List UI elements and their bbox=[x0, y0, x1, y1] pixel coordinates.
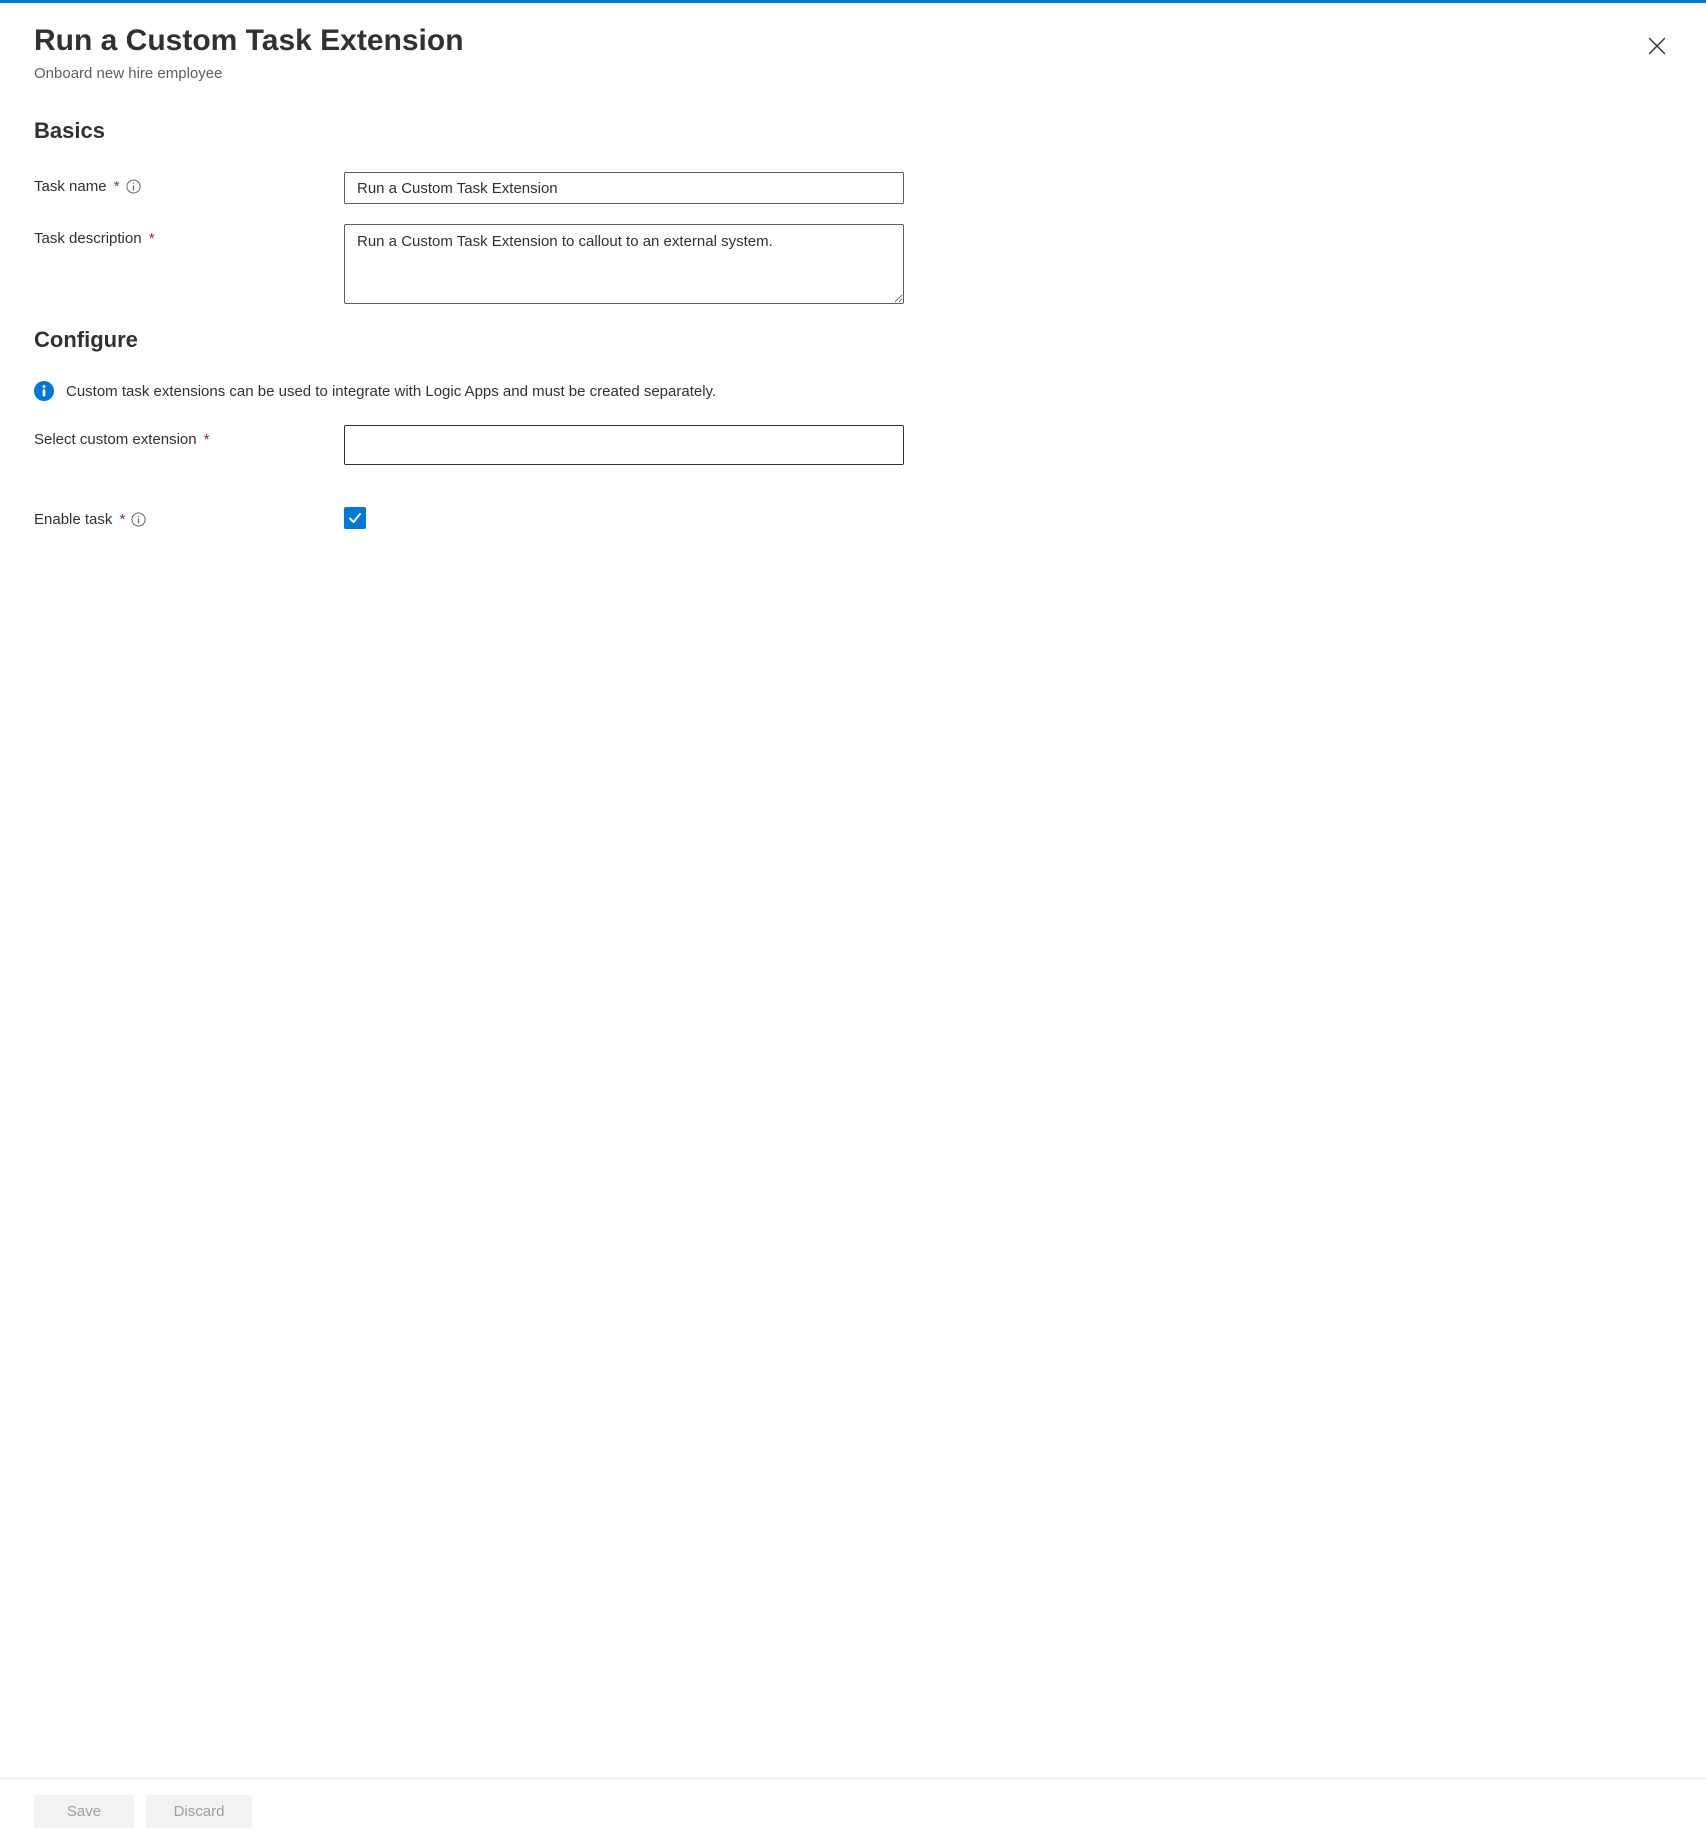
task-description-label: Task description * bbox=[34, 224, 344, 247]
required-indicator: * bbox=[200, 431, 210, 448]
panel-header: Run a Custom Task Extension bbox=[34, 23, 1672, 61]
select-extension-control bbox=[344, 425, 904, 465]
enable-task-control bbox=[344, 505, 366, 529]
enable-task-label-text: Enable task bbox=[34, 511, 112, 528]
info-banner-text: Custom task extensions can be used to in… bbox=[66, 383, 716, 400]
info-banner: Custom task extensions can be used to in… bbox=[34, 381, 1672, 401]
page-title: Run a Custom Task Extension bbox=[34, 23, 464, 59]
info-icon bbox=[131, 512, 146, 527]
select-extension-input[interactable] bbox=[344, 425, 904, 465]
enable-task-checkbox[interactable] bbox=[344, 507, 366, 529]
enable-task-label: Enable task * bbox=[34, 505, 344, 528]
task-description-input[interactable] bbox=[344, 224, 904, 304]
required-indicator: * bbox=[115, 511, 125, 528]
close-icon bbox=[1648, 37, 1666, 55]
select-extension-label-text: Select custom extension bbox=[34, 431, 197, 448]
save-button[interactable]: Save bbox=[34, 1795, 134, 1828]
info-filled-icon bbox=[34, 381, 54, 401]
page-subtitle: Onboard new hire employee bbox=[34, 65, 1672, 82]
enable-task-row: Enable task * bbox=[34, 505, 1672, 529]
task-name-label: Task name * bbox=[34, 172, 344, 195]
task-name-control bbox=[344, 172, 904, 204]
task-name-input[interactable] bbox=[344, 172, 904, 204]
task-name-row: Task name * bbox=[34, 172, 1672, 204]
task-description-row: Task description * bbox=[34, 224, 1672, 307]
required-indicator: * bbox=[145, 230, 155, 247]
checkmark-icon bbox=[348, 511, 362, 525]
required-indicator: * bbox=[110, 178, 120, 195]
basics-heading: Basics bbox=[34, 118, 1672, 144]
enable-task-info-icon[interactable] bbox=[131, 512, 146, 527]
panel-container: Run a Custom Task Extension Onboard new … bbox=[0, 3, 1706, 1844]
info-icon bbox=[126, 179, 141, 194]
panel-footer: Save Discard bbox=[0, 1778, 1706, 1844]
configure-heading: Configure bbox=[34, 327, 1672, 353]
select-extension-row: Select custom extension * bbox=[34, 425, 1672, 465]
panel-content: Run a Custom Task Extension Onboard new … bbox=[0, 3, 1706, 1778]
task-description-label-text: Task description bbox=[34, 230, 142, 247]
task-description-control bbox=[344, 224, 904, 307]
close-button[interactable] bbox=[1642, 31, 1672, 61]
task-name-info-icon[interactable] bbox=[126, 179, 141, 194]
discard-button[interactable]: Discard bbox=[146, 1795, 252, 1828]
task-name-label-text: Task name bbox=[34, 178, 107, 195]
select-extension-label: Select custom extension * bbox=[34, 425, 344, 448]
